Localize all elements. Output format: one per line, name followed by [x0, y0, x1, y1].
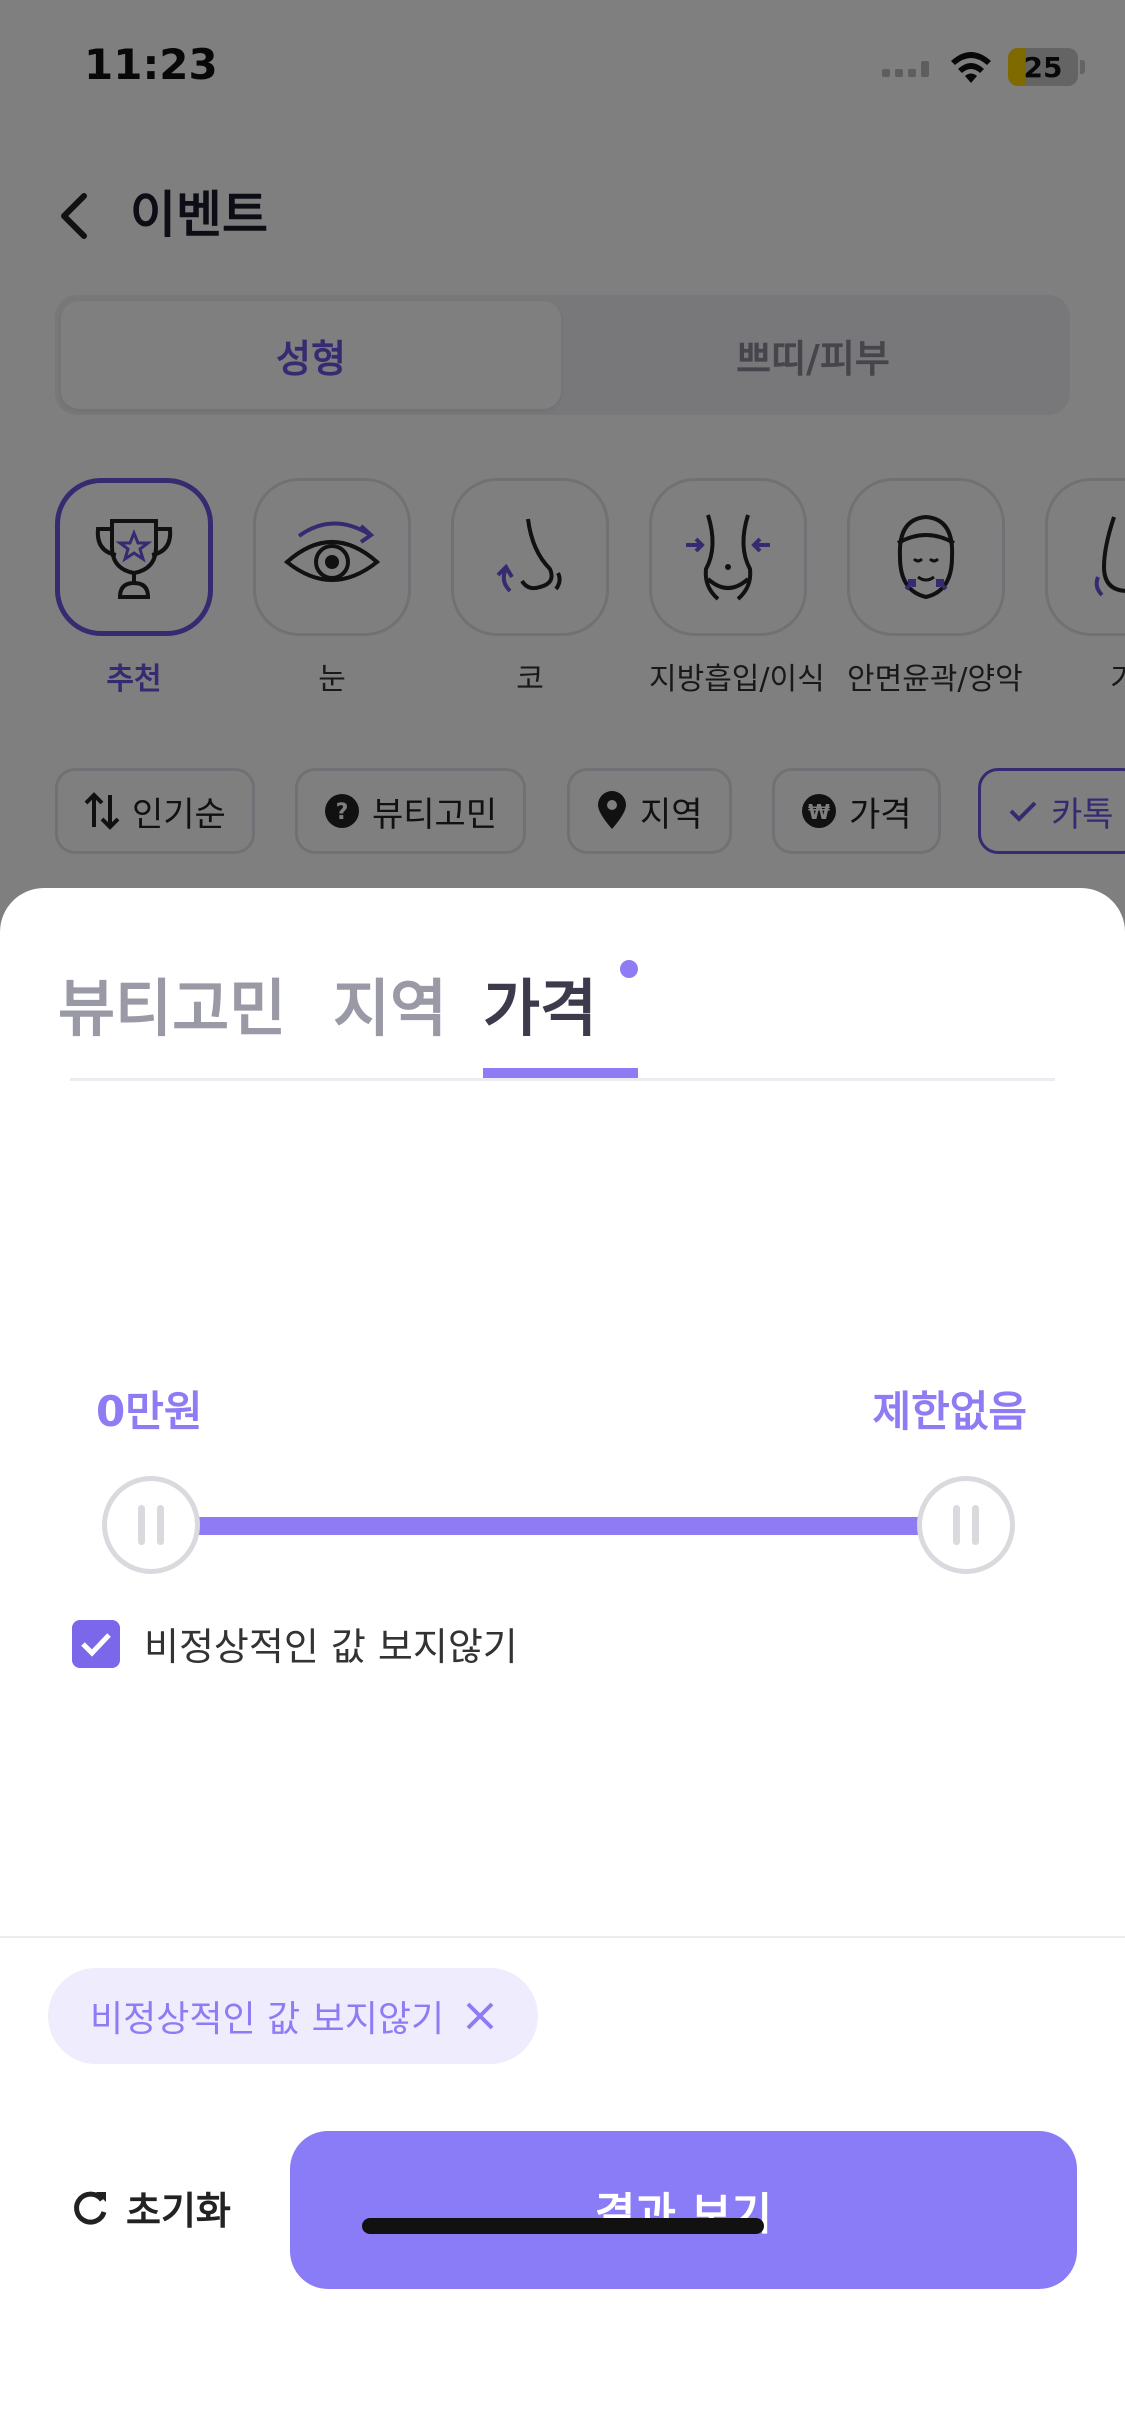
applied-filter-label: 비정상적인 값 보지않기 [90, 1999, 445, 2040]
sheet-tab-region[interactable]: 지역 [333, 958, 447, 1048]
close-icon[interactable] [464, 2000, 496, 2032]
active-filter-dot [620, 960, 638, 978]
hide-abnormal-row[interactable]: 비정상적인 값 보지않기 [72, 1616, 518, 1671]
hide-abnormal-label: 비정상적인 값 보지않기 [144, 1625, 518, 1669]
refresh-icon [74, 2191, 107, 2225]
filter-bottom-sheet: 뷰티고민 지역 가격 0만원 제한없음 비정상적인 값 보지않기 비정상적인 값… [0, 888, 1125, 2436]
applied-filter-chip[interactable]: 비정상적인 값 보지않기 [48, 1968, 539, 2064]
reset-label: 초기화 [126, 2189, 231, 2233]
check-icon [81, 1632, 111, 1657]
hide-abnormal-checkbox[interactable] [72, 1619, 120, 1668]
sheet-tab-beauty-concern[interactable]: 뷰티고민 [58, 958, 286, 1048]
price-slider-track[interactable] [180, 1517, 940, 1535]
reset-button[interactable]: 초기화 [70, 2180, 231, 2235]
footer-divider [0, 1936, 1125, 1938]
price-slider-min-handle[interactable] [102, 1476, 200, 1574]
active-tab-indicator [483, 1068, 638, 1078]
price-slider-max-handle[interactable] [917, 1476, 1015, 1574]
tab-divider [70, 1078, 1055, 1081]
show-results-button[interactable]: 결과 보기 [290, 2131, 1077, 2289]
price-min-label: 0만원 [96, 1387, 203, 1436]
home-indicator [362, 2218, 764, 2234]
price-max-label: 제한없음 [872, 1387, 1027, 1436]
sheet-tab-price[interactable]: 가격 [483, 958, 597, 1048]
